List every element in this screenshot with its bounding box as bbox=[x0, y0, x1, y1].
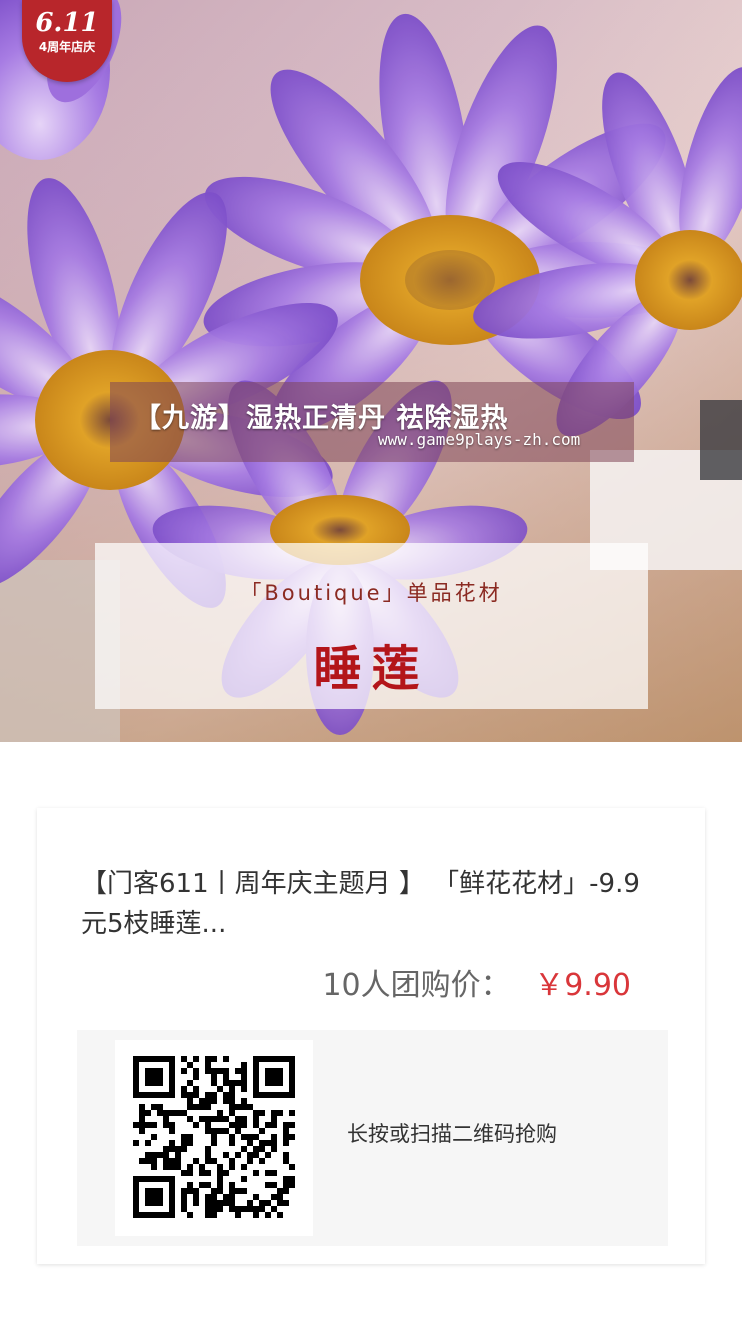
badge-date: 6.11 bbox=[35, 8, 99, 38]
boutique-title: 睡莲 bbox=[313, 641, 430, 697]
price-label: 10人团购价： bbox=[322, 968, 511, 1003]
price-row: 10人团购价： ￥9.90 bbox=[322, 966, 631, 1006]
watermark-url: www.game9plays-zh.com bbox=[378, 430, 581, 449]
boutique-subtitle: 「Boutique」单品花材 bbox=[240, 581, 503, 605]
qr-panel: 长按或扫描二维码抢购 bbox=[77, 1030, 668, 1246]
boutique-label-box: 「Boutique」单品花材 睡莲 bbox=[95, 543, 648, 709]
price-value: ￥9.90 bbox=[534, 968, 631, 1003]
product-card[interactable]: 【门客611丨周年庆主题月 】 「鲜花花材」-9.9元5枝睡莲... 10人团购… bbox=[37, 808, 705, 1264]
product-hero-image: 6.11 4周年店庆 【九游】湿热正清丹 祛除湿热 www.game9plays… bbox=[0, 0, 742, 742]
product-title[interactable]: 【门客611丨周年庆主题月 】 「鲜花花材」-9.9元5枝睡莲... bbox=[81, 864, 641, 944]
qr-code-icon bbox=[133, 1056, 295, 1218]
qr-hint: 长按或扫描二维码抢购 bbox=[347, 1122, 557, 1146]
badge-text: 4周年店庆 bbox=[38, 40, 96, 54]
qr-code[interactable] bbox=[115, 1040, 313, 1236]
